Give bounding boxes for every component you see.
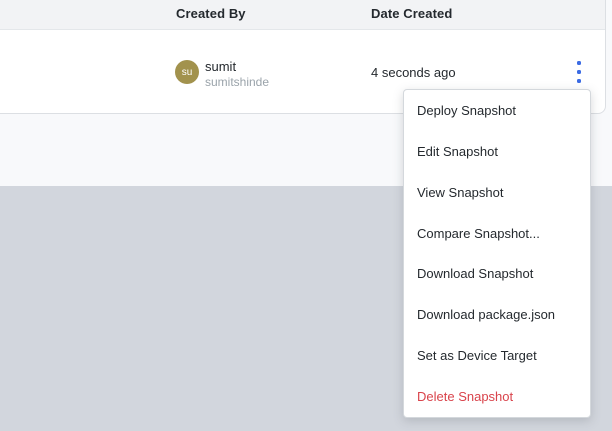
menu-item-download-snapshot[interactable]: Download Snapshot	[404, 254, 590, 295]
menu-item-compare-snapshot[interactable]: Compare Snapshot...	[404, 213, 590, 254]
menu-item-set-as-device-target[interactable]: Set as Device Target	[404, 335, 590, 376]
date-created-value: 4 seconds ago	[371, 65, 456, 80]
column-header-created-by: Created By	[176, 6, 246, 21]
menu-item-view-snapshot[interactable]: View Snapshot	[404, 172, 590, 213]
vertical-ellipsis-icon	[577, 70, 581, 74]
menu-item-download-package-json[interactable]: Download package.json	[404, 294, 590, 335]
menu-item-delete-snapshot[interactable]: Delete Snapshot	[404, 376, 590, 417]
snapshot-actions-menu: Deploy Snapshot Edit Snapshot View Snaps…	[403, 89, 591, 418]
vertical-ellipsis-icon	[577, 61, 581, 65]
vertical-ellipsis-icon	[577, 79, 581, 83]
avatar: su	[175, 60, 199, 84]
row-actions-button[interactable]	[572, 57, 586, 87]
creator-name: sumit	[205, 59, 237, 74]
menu-item-deploy-snapshot[interactable]: Deploy Snapshot	[404, 90, 590, 131]
table-header-row: Created By Date Created	[0, 0, 605, 30]
creator-username: sumitshinde	[205, 75, 270, 89]
menu-item-edit-snapshot[interactable]: Edit Snapshot	[404, 131, 590, 172]
column-header-date-created: Date Created	[371, 6, 453, 21]
